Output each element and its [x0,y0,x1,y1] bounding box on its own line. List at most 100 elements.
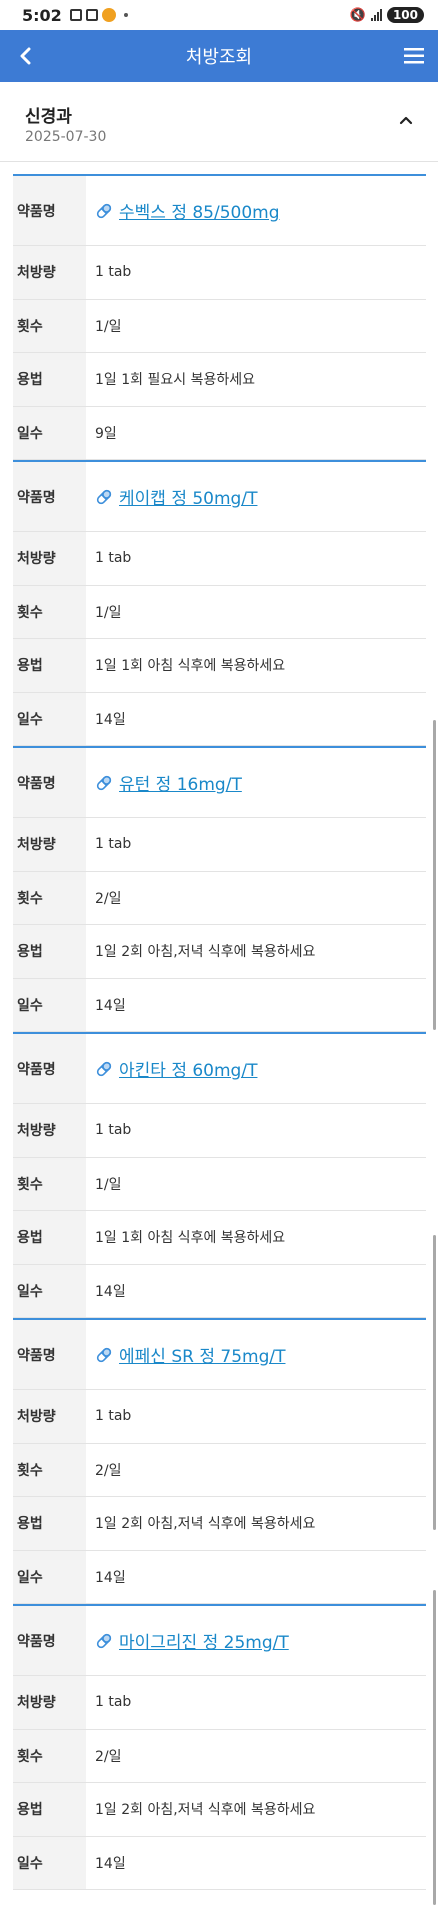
dose-value: 1 tab [86,1676,426,1729]
dose-row: 처방량 1 tab [13,532,426,586]
pill-icon [95,488,113,506]
frequency-row: 횟수 1/일 [13,1157,426,1211]
frequency-label: 횟수 [13,585,86,638]
drug-name: 아킨타 정 60mg/T [119,1061,258,1081]
frequency-value: 1/일 [86,585,426,638]
days-value: 14일 [86,1836,426,1889]
days-value: 14일 [86,1550,426,1603]
drug-name-link[interactable]: 케이캡 정 50mg/T [95,484,257,509]
dose-label: 처방량 [13,1676,86,1729]
dose-row: 처방량 1 tab [13,1676,426,1730]
drug-name-link[interactable]: 유턴 정 16mg/T [95,770,242,795]
drug-name-link[interactable]: 아킨타 정 60mg/T [95,1056,257,1081]
dose-row: 처방량 1 tab [13,1104,426,1158]
scrollbar-lower[interactable] [433,1235,436,1530]
scrollbar-bottom[interactable] [433,1590,436,1905]
drug-name: 에페신 SR 정 75mg/T [119,1347,286,1367]
frequency-value: 2/일 [86,1729,426,1782]
usage-value: 1일 1회 아침 식후에 복용하세요 [86,1211,426,1264]
days-value: 14일 [86,1264,426,1317]
usage-row: 용법 1일 2회 아침,저녁 식후에 복용하세요 [13,1497,426,1551]
usage-label: 용법 [13,353,86,406]
usage-label: 용법 [13,639,86,692]
hamburger-menu-icon [404,48,424,64]
days-label: 일수 [13,1836,86,1889]
usage-value: 1일 1회 아침 식후에 복용하세요 [86,639,426,692]
scrollbar[interactable] [433,720,436,1030]
frequency-label: 횟수 [13,1443,86,1496]
frequency-row: 횟수 1/일 [13,299,426,353]
prescription-date: 2025-07-30 [25,129,107,145]
usage-row: 용법 1일 1회 아침 식후에 복용하세요 [13,1211,426,1265]
dose-label: 처방량 [13,532,86,585]
drug-row: 약품명 수벡스 정 85/500mg [13,176,426,246]
usage-row: 용법 1일 2회 아침,저녁 식후에 복용하세요 [13,1783,426,1837]
app-header: 처방조회 [0,30,438,82]
pill-icon [95,1632,113,1650]
drug-name: 유턴 정 16mg/T [119,775,242,795]
dose-label: 처방량 [13,818,86,871]
dose-label: 처방량 [13,1104,86,1157]
battery-indicator: 100 [386,7,424,23]
usage-row: 용법 1일 1회 필요시 복용하세요 [13,353,426,407]
drug-label: 약품명 [13,1034,86,1103]
frequency-label: 횟수 [13,1157,86,1210]
days-label: 일수 [13,978,86,1031]
dose-row: 처방량 1 tab [13,246,426,300]
dose-label: 처방량 [13,246,86,299]
days-value: 14일 [86,692,426,745]
prescription-card: 약품명 에페신 SR 정 75mg/T 처방량 1 tab 횟수 2/일 용법 … [13,1318,426,1604]
back-button[interactable] [12,42,40,70]
system-icons: 🔇 100 [350,7,424,23]
status-time: 5:02 [22,5,62,25]
drug-label: 약품명 [13,176,86,245]
screenshot-icon [69,9,82,21]
pill-icon [95,202,113,220]
usage-value: 1일 2회 아침,저녁 식후에 복용하세요 [86,1783,426,1836]
collapse-button[interactable] [394,108,418,132]
drug-name: 수벡스 정 85/500mg [119,203,280,223]
dose-value: 1 tab [86,1390,426,1443]
drug-row: 약품명 에페신 SR 정 75mg/T [13,1320,426,1390]
drug-name-link[interactable]: 마이그리진 정 25mg/T [95,1628,289,1653]
mute-icon: 🔇 [349,7,366,23]
dose-value: 1 tab [86,818,426,871]
prescription-card: 약품명 케이캡 정 50mg/T 처방량 1 tab 횟수 1/일 용법 1일 … [13,460,426,746]
frequency-row: 횟수 2/일 [13,1729,426,1783]
drug-label: 약품명 [13,1320,86,1389]
drug-name-link[interactable]: 수벡스 정 85/500mg [95,198,280,223]
days-value: 14일 [86,978,426,1031]
app-notification-icon [85,9,98,21]
usage-value: 1일 2회 아침,저녁 식후에 복용하세요 [86,925,426,978]
menu-button[interactable] [400,42,428,70]
usage-row: 용법 1일 1회 아침 식후에 복용하세요 [13,639,426,693]
usage-label: 용법 [13,1211,86,1264]
prescription-card: 약품명 아킨타 정 60mg/T 처방량 1 tab 횟수 1/일 용법 1일 … [13,1032,426,1318]
pill-icon [95,1346,113,1364]
drug-name-link[interactable]: 에페신 SR 정 75mg/T [95,1342,285,1367]
days-label: 일수 [13,1550,86,1603]
dose-row: 처방량 1 tab [13,818,426,872]
days-label: 일수 [13,692,86,745]
dose-row: 처방량 1 tab [13,1390,426,1444]
days-row: 일수 14일 [13,692,426,746]
dose-label: 처방량 [13,1390,86,1443]
dose-value: 1 tab [86,246,426,299]
frequency-row: 횟수 2/일 [13,871,426,925]
app-badge-icon [101,8,116,22]
prescription-list: 약품명 수벡스 정 85/500mg 처방량 1 tab 횟수 1/일 용법 1… [13,174,426,1890]
days-row: 일수 9일 [13,406,426,460]
days-label: 일수 [13,1264,86,1317]
prescription-card: 약품명 수벡스 정 85/500mg 처방량 1 tab 횟수 1/일 용법 1… [13,174,426,460]
department-name: 신경과 [25,107,72,127]
drug-row: 약품명 아킨타 정 60mg/T [13,1034,426,1104]
drug-row: 약품명 케이캡 정 50mg/T [13,462,426,532]
frequency-label: 횟수 [13,299,86,352]
prescription-card: 약품명 유턴 정 16mg/T 처방량 1 tab 횟수 2/일 용법 1일 2… [13,746,426,1032]
drug-label: 약품명 [13,462,86,531]
chevron-up-icon [399,116,413,125]
drug-label: 약품명 [13,1606,86,1675]
pill-icon [95,774,113,792]
drug-row: 약품명 마이그리진 정 25mg/T [13,1606,426,1676]
dose-value: 1 tab [86,532,426,585]
